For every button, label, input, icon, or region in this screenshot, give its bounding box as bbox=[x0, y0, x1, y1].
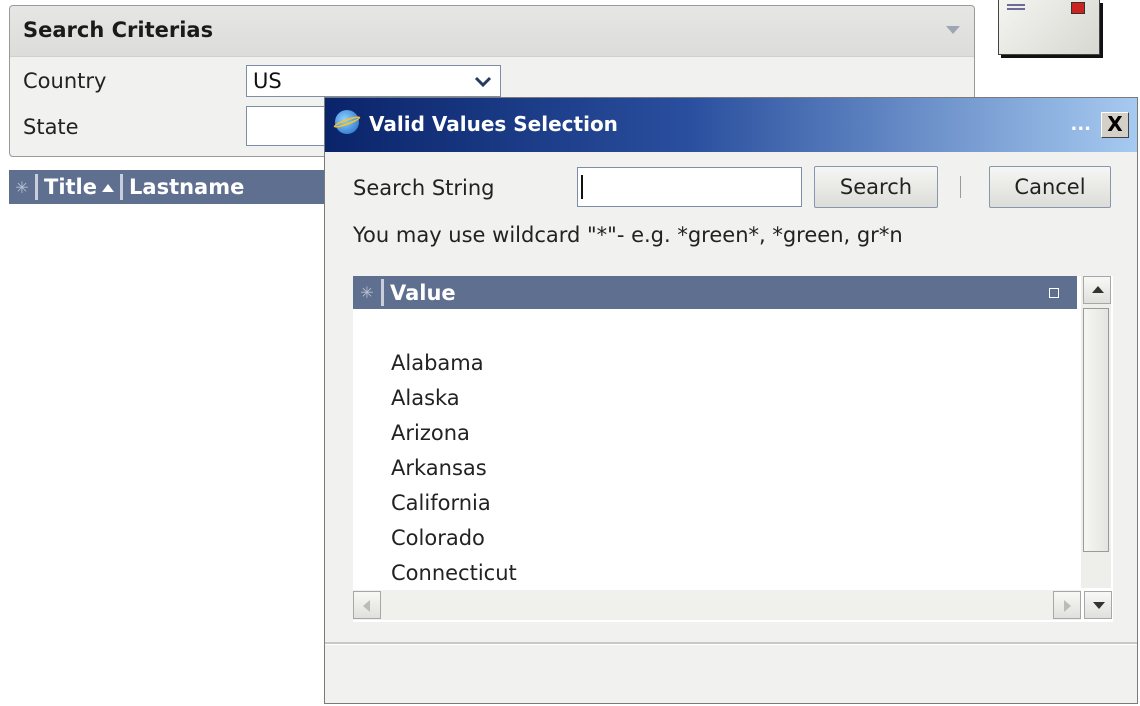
search-criteria-title: Search Criterias bbox=[23, 18, 214, 42]
list-item[interactable]: Colorado bbox=[391, 521, 517, 556]
valid-values-dialog: Valid Values Selection ... X Search Stri… bbox=[324, 97, 1138, 704]
search-criteria-header[interactable]: Search Criterias bbox=[10, 6, 974, 57]
vertical-scrollbar[interactable] bbox=[1081, 276, 1111, 588]
sort-ascending-icon bbox=[102, 184, 115, 192]
scroll-left-icon[interactable] bbox=[353, 591, 381, 619]
envelope-stamp bbox=[1071, 2, 1085, 14]
collapse-arrow-icon[interactable] bbox=[946, 26, 960, 34]
search-button[interactable]: Search bbox=[814, 166, 938, 208]
state-input[interactable] bbox=[246, 106, 336, 146]
wildcard-hint: You may use wildcard "*"- e.g. *green*, … bbox=[353, 223, 903, 247]
column-header-lastname[interactable]: Lastname bbox=[123, 175, 250, 199]
search-input[interactable] bbox=[577, 167, 802, 207]
close-icon[interactable]: X bbox=[1101, 112, 1129, 138]
select-all-icon[interactable]: ✳ bbox=[9, 178, 35, 197]
list-item[interactable]: California bbox=[391, 486, 517, 521]
state-label: State bbox=[23, 115, 79, 139]
values-list: Alabama Alaska Arizona Arkansas Californ… bbox=[391, 346, 517, 591]
country-label: Country bbox=[23, 69, 107, 93]
scroll-down-icon[interactable] bbox=[1084, 591, 1112, 619]
list-item[interactable]: Connecticut bbox=[391, 556, 517, 591]
country-select[interactable]: US bbox=[246, 65, 501, 97]
column-header-title[interactable]: Title bbox=[38, 175, 120, 199]
column-menu-icon[interactable] bbox=[1049, 287, 1059, 298]
dialog-footer-divider bbox=[325, 642, 1137, 645]
dialog-titlebar[interactable]: Valid Values Selection ... X bbox=[325, 98, 1137, 152]
values-list-area: ✳ Value Alabama Alaska Arizona Arkansas … bbox=[353, 276, 1113, 622]
scroll-up-icon[interactable] bbox=[1083, 276, 1111, 304]
list-item[interactable]: Alaska bbox=[391, 381, 517, 416]
text-caret bbox=[581, 175, 583, 199]
list-item[interactable]: Arizona bbox=[391, 416, 517, 451]
list-item[interactable]: Arkansas bbox=[391, 451, 517, 486]
dropdown-arrow-icon bbox=[474, 76, 492, 88]
envelope-address-lines bbox=[1007, 4, 1025, 12]
envelope-icon[interactable] bbox=[998, 0, 1100, 55]
search-string-label: Search String bbox=[353, 176, 495, 200]
list-item[interactable]: Alabama bbox=[391, 346, 517, 381]
horizontal-scrollbar[interactable] bbox=[353, 590, 1112, 620]
cancel-button[interactable]: Cancel bbox=[989, 166, 1111, 208]
results-table-header: ✳ Title Lastname bbox=[9, 170, 325, 204]
value-column-label[interactable]: Value bbox=[384, 281, 1049, 305]
dialog-title: Valid Values Selection bbox=[369, 112, 618, 136]
country-value: US bbox=[253, 69, 282, 93]
scroll-right-icon[interactable] bbox=[1053, 591, 1081, 619]
title-extra: ... bbox=[1070, 114, 1091, 135]
select-all-icon[interactable]: ✳ bbox=[353, 283, 381, 302]
vertical-scroll-thumb[interactable] bbox=[1083, 308, 1109, 552]
button-divider bbox=[960, 176, 961, 198]
app-icon bbox=[335, 110, 359, 134]
value-column-header: ✳ Value bbox=[353, 276, 1077, 309]
